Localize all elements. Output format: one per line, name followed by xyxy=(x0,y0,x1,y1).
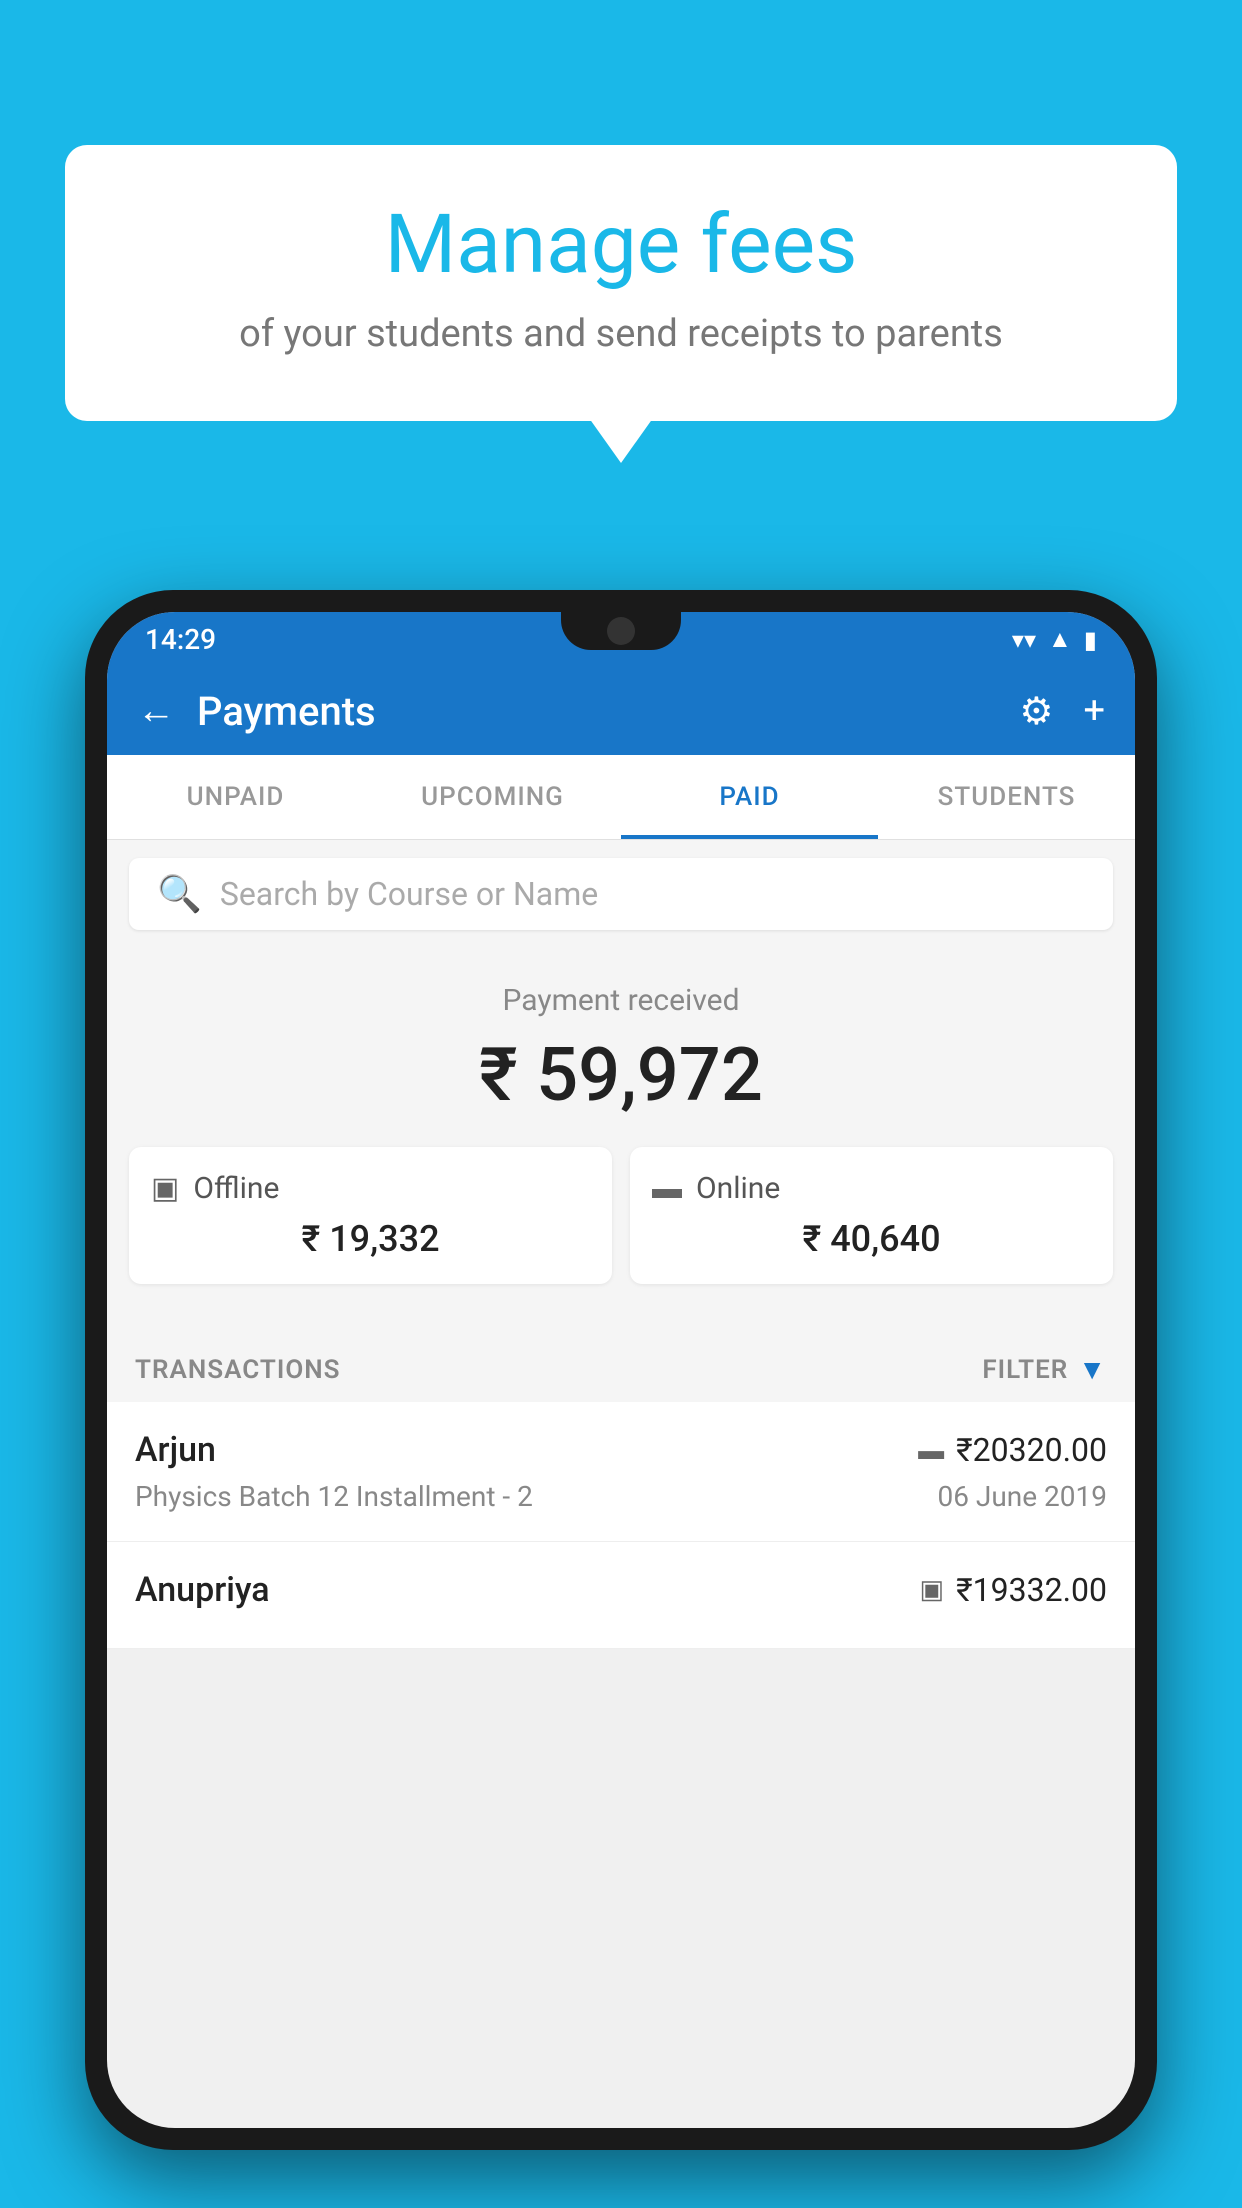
transactions-label: TRANSACTIONS xyxy=(135,1355,341,1385)
app-header: ← Payments ⚙ + xyxy=(107,667,1135,755)
online-label: Online xyxy=(696,1171,780,1206)
transaction-list: Arjun ▬ ₹20320.00 Physics Batch 12 Insta… xyxy=(107,1402,1135,1649)
filter-button[interactable]: FILTER ▼ xyxy=(982,1353,1107,1386)
signal-icon: ▲ xyxy=(1048,625,1072,654)
transaction-row[interactable]: Anupriya ▣ ₹19332.00 xyxy=(107,1542,1135,1649)
transaction-amount-wrap: ▬ ₹20320.00 xyxy=(918,1431,1107,1469)
offline-card: ▣ Offline ₹ 19,332 xyxy=(129,1147,612,1284)
offline-icon: ▣ xyxy=(151,1171,179,1206)
phone-container: 14:29 ▾▾ ▲ ▮ ← Payments ⚙ + xyxy=(85,590,1157,2208)
search-placeholder: Search by Course or Name xyxy=(220,875,598,913)
transaction-date: 06 June 2019 xyxy=(937,1480,1107,1513)
filter-icon: ▼ xyxy=(1078,1353,1107,1386)
tab-students[interactable]: STUDENTS xyxy=(878,755,1135,839)
header-right: ⚙ + xyxy=(1019,689,1105,734)
payment-summary: Payment received ₹ 59,972 ▣ Offline ₹ 19… xyxy=(107,948,1135,1331)
transaction-row2: Physics Batch 12 Installment - 2 06 June… xyxy=(135,1480,1107,1513)
payment-type-icon: ▣ xyxy=(920,1575,945,1605)
wifi-icon: ▾▾ xyxy=(1012,626,1036,654)
battery-icon: ▮ xyxy=(1084,626,1097,654)
tab-paid[interactable]: PAID xyxy=(621,755,878,839)
phone-frame: 14:29 ▾▾ ▲ ▮ ← Payments ⚙ + xyxy=(85,590,1157,2150)
add-icon[interactable]: + xyxy=(1083,689,1105,733)
online-card: ▬ Online ₹ 40,640 xyxy=(630,1147,1113,1284)
offline-amount: ₹ 19,332 xyxy=(151,1218,590,1260)
transaction-name: Arjun xyxy=(135,1430,216,1470)
settings-icon[interactable]: ⚙ xyxy=(1019,689,1053,734)
online-icon: ▬ xyxy=(652,1171,682,1206)
transaction-row[interactable]: Arjun ▬ ₹20320.00 Physics Batch 12 Insta… xyxy=(107,1402,1135,1542)
search-icon: 🔍 xyxy=(157,873,202,915)
search-bar[interactable]: 🔍 Search by Course or Name xyxy=(129,858,1113,930)
phone-camera xyxy=(607,617,635,645)
transaction-amount: ₹20320.00 xyxy=(956,1431,1107,1469)
status-time: 14:29 xyxy=(145,623,216,656)
payment-total-amount: ₹ 59,972 xyxy=(129,1032,1113,1119)
phone-screen: 14:29 ▾▾ ▲ ▮ ← Payments ⚙ + xyxy=(107,612,1135,2128)
phone-notch xyxy=(561,612,681,650)
status-icons: ▾▾ ▲ ▮ xyxy=(1012,625,1097,654)
online-amount: ₹ 40,640 xyxy=(652,1218,1091,1260)
transactions-header: TRANSACTIONS FILTER ▼ xyxy=(107,1331,1135,1402)
filter-label: FILTER xyxy=(982,1355,1068,1385)
speech-bubble-title: Manage fees xyxy=(125,200,1117,290)
back-button[interactable]: ← xyxy=(137,689,175,733)
transaction-row1: Arjun ▬ ₹20320.00 xyxy=(135,1430,1107,1470)
search-container: 🔍 Search by Course or Name xyxy=(107,840,1135,948)
transaction-name: Anupriya xyxy=(135,1570,270,1610)
transaction-amount-wrap: ▣ ₹19332.00 xyxy=(920,1571,1107,1609)
speech-bubble-subtitle: of your students and send receipts to pa… xyxy=(125,312,1117,356)
payment-type-icon: ▬ xyxy=(918,1435,944,1466)
online-card-top: ▬ Online xyxy=(652,1171,1091,1206)
tabs-bar: UNPAID UPCOMING PAID STUDENTS xyxy=(107,755,1135,840)
offline-label: Offline xyxy=(193,1171,279,1206)
payment-received-label: Payment received xyxy=(129,983,1113,1018)
tab-unpaid[interactable]: UNPAID xyxy=(107,755,364,839)
speech-bubble: Manage fees of your students and send re… xyxy=(65,145,1177,421)
page-title: Payments xyxy=(197,688,376,735)
transaction-course: Physics Batch 12 Installment - 2 xyxy=(135,1480,533,1513)
tab-upcoming[interactable]: UPCOMING xyxy=(364,755,621,839)
header-left: ← Payments xyxy=(137,688,376,735)
transaction-amount: ₹19332.00 xyxy=(956,1571,1107,1609)
transaction-row1: Anupriya ▣ ₹19332.00 xyxy=(135,1570,1107,1610)
payment-cards: ▣ Offline ₹ 19,332 ▬ Online ₹ 40,640 xyxy=(129,1147,1113,1306)
offline-card-top: ▣ Offline xyxy=(151,1171,590,1206)
